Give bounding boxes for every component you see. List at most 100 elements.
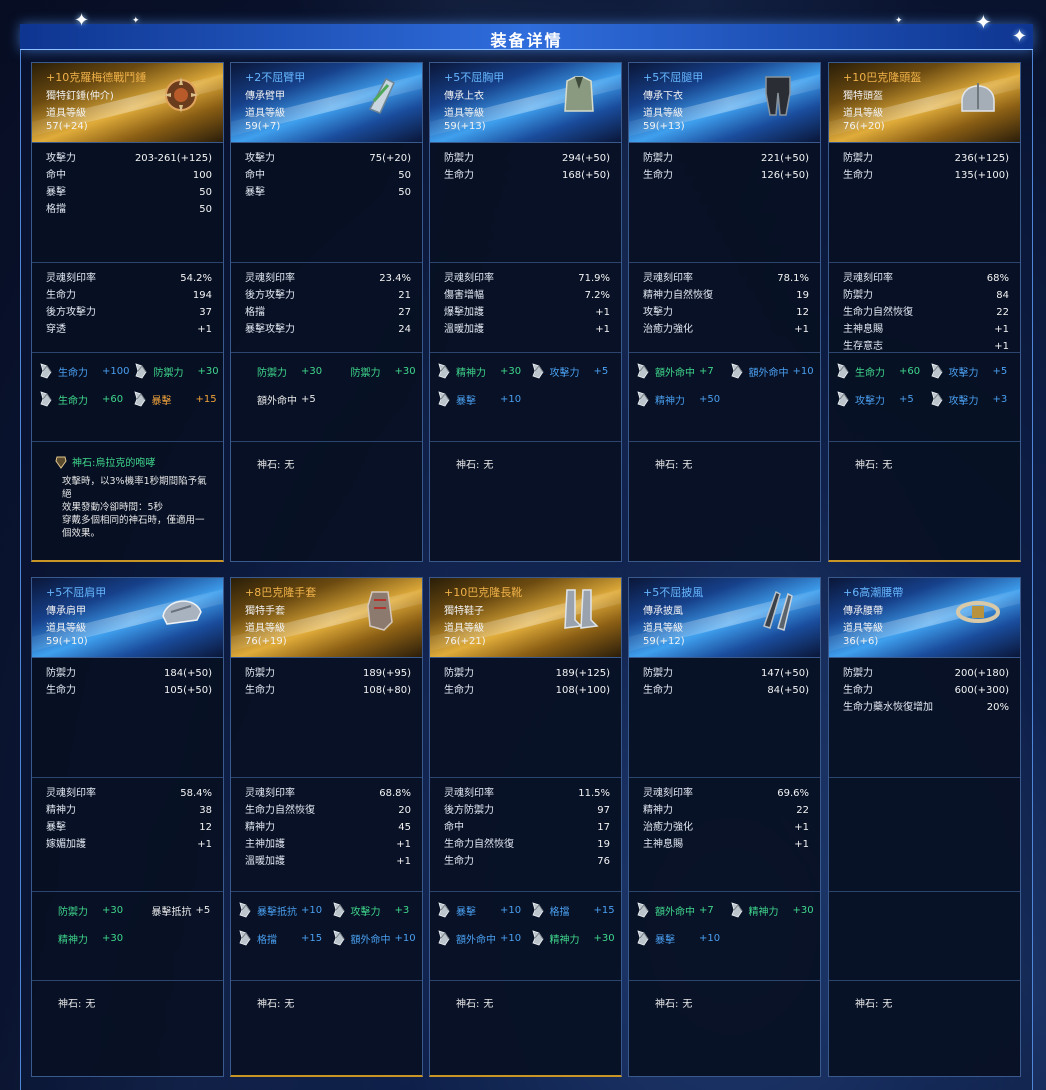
- stat-row: 防禦力 189(+125): [444, 665, 610, 682]
- equipment-card[interactable]: +8巴克隆手套 獨特手套 道具等級 76(+19) 防禦力 189(+95) 生命力 108(…: [230, 577, 423, 1077]
- stat-label: 暴擊攻擊力: [245, 324, 295, 335]
- manastone[interactable]: 暴擊 +10: [631, 930, 727, 946]
- manastone-icon: [530, 930, 546, 946]
- stat-value: 19: [796, 290, 809, 301]
- equipment-card[interactable]: +6高潮腰帶 傳承腰帶 道具等級 36(+6) 防禦力 200(+180) 生命力 600(+…: [828, 577, 1021, 1077]
- manastone[interactable]: 額外命中 +7: [631, 902, 725, 918]
- stat-label: 治癒力強化: [643, 324, 693, 335]
- manastone-value: +10: [301, 904, 323, 916]
- base-stats: 防禦力 236(+125) 生命力 135(+100): [829, 143, 1020, 263]
- item-banner: +5不屈腿甲 傳承下衣 道具等級 59(+13): [629, 63, 820, 143]
- stat-label: 灵魂刻印率: [46, 788, 96, 799]
- soul-stat-row: 傷害增幅 7.2%: [444, 287, 610, 304]
- equipment-icon: [754, 586, 802, 634]
- manastone[interactable]: 防禦力 +30: [34, 902, 128, 918]
- divine-stone: 神石: 无: [629, 442, 820, 471]
- manastone[interactable]: 精神力 +50: [631, 391, 727, 407]
- manastone[interactable]: 精神力 +30: [34, 930, 130, 946]
- equipment-card[interactable]: +5不屈胸甲 傳承上衣 道具等級 59(+13) 防禦力 294(+50) 生命力 168(+…: [429, 62, 622, 562]
- manastone-value: +3: [992, 393, 1008, 405]
- soul-stat-row: 嫁媚加護 +1: [46, 836, 212, 853]
- soul-stats: 灵魂刻印率 78.1% 精神力自然恢復 19 攻擊力 12 治癒力強化 +1: [629, 263, 820, 353]
- equipment-card[interactable]: +10克羅梅德戰鬥錘 獨特釘錘(仲介) 道具等級 57(+24) 攻擊力 203-261(…: [31, 62, 224, 562]
- manastone-name: 防禦力: [58, 906, 88, 918]
- manastone[interactable]: 攻擊力 +5: [831, 391, 925, 407]
- stat-value: 105(+50): [164, 685, 212, 696]
- equipment-card[interactable]: +10巴克隆頭盔 獨特頭盔 道具等級 76(+20) 防禦力 236(+125) 生命力 13…: [828, 62, 1021, 562]
- manastone-icon: [237, 363, 253, 379]
- manastone[interactable]: 生命力 +60: [831, 363, 925, 379]
- item-type: 獨特手套: [245, 606, 285, 617]
- manastone[interactable]: 攻擊力 +5: [925, 363, 1019, 379]
- manastone[interactable]: 生命力 +60: [34, 391, 128, 407]
- equipment-card[interactable]: +2不屈臂甲 傳承臂甲 道具等級 59(+7) 攻擊力 75(+20) 命中 50 暴擊 50 灵魂…: [230, 62, 423, 562]
- stat-label: 生命力: [444, 685, 474, 696]
- manastone[interactable]: 防禦力 +30: [129, 363, 221, 379]
- soul-stat-row: 灵魂刻印率 69.6%: [643, 785, 809, 802]
- divine-stone-label: 神石:: [655, 460, 679, 471]
- manastone[interactable]: 額外命中 +7: [631, 363, 725, 379]
- item-name: +2不屈臂甲: [245, 71, 306, 84]
- stat-value: 45: [398, 822, 411, 833]
- manastone-icon: [635, 363, 651, 379]
- stat-row: 生命力 168(+50): [444, 167, 610, 184]
- stat-value: 23.4%: [379, 273, 411, 284]
- divine-stone-desc: 攻擊時，以3%機率1秒期間陷予氣絕 效果發動冷卻時間：5秒 穿戴多個相同的神石時，僅…: [62, 476, 207, 539]
- manastone[interactable]: 額外命中 +10: [432, 930, 526, 946]
- manastone[interactable]: 暴擊 +10: [432, 391, 528, 407]
- manastone[interactable]: 暴擊抵抗 +5: [128, 902, 222, 918]
- soul-stat-row: 爆擊加護 +1: [444, 304, 610, 321]
- stat-label: 暴擊: [46, 822, 66, 833]
- manastone[interactable]: 攻擊力 +5: [526, 363, 620, 379]
- item-type: 傳承腰帶: [843, 606, 883, 617]
- manastone-value: +30: [792, 904, 814, 916]
- manastone[interactable]: 精神力 +30: [725, 902, 819, 918]
- stat-value: 75(+20): [369, 153, 411, 164]
- divine-stone: 神石: 无: [32, 981, 223, 1010]
- soul-stats: [829, 778, 1020, 892]
- item-type: 傳承披風: [643, 606, 683, 617]
- manastone[interactable]: 生命力 +100: [34, 363, 129, 379]
- manastone-row: 精神力 +30 攻擊力 +5: [432, 357, 619, 385]
- stat-value: 50: [398, 187, 411, 198]
- manastone-value: +10: [792, 365, 814, 377]
- stat-label: 後方防禦力: [444, 805, 494, 816]
- manastone[interactable]: 格擋 +15: [526, 902, 620, 918]
- soul-stat-row: 後方攻擊力 21: [245, 287, 411, 304]
- manastone-row: 精神力 +30: [34, 924, 221, 952]
- manastone[interactable]: 攻擊力 +3: [327, 902, 421, 918]
- manastone[interactable]: 防禦力 +30: [327, 363, 421, 379]
- divine-stone-label: 神石:: [655, 999, 679, 1010]
- manastone[interactable]: 防禦力 +30: [233, 363, 327, 379]
- divine-stone: 神石: 无: [430, 981, 621, 1010]
- stat-value: 12: [796, 307, 809, 318]
- manastone[interactable]: 攻擊力 +3: [925, 391, 1019, 407]
- manastone[interactable]: 精神力 +30: [526, 930, 620, 946]
- item-grade-label: 道具等級: [643, 623, 683, 634]
- manastone-name: 攻擊力: [549, 367, 580, 379]
- manastone[interactable]: 額外命中 +10: [725, 363, 819, 379]
- manastone[interactable]: 暴擊 +15: [128, 391, 222, 407]
- manastone-name: 防禦力: [350, 367, 381, 379]
- equipment-card[interactable]: +5不屈腿甲 傳承下衣 道具等級 59(+13) 防禦力 221(+50) 生命力 126(+…: [628, 62, 821, 562]
- equipment-card[interactable]: +5不屈披風 傳承披風 道具等級 59(+12) 防禦力 147(+50) 生命力 84(+5…: [628, 577, 821, 1077]
- stat-label: 後方攻擊力: [245, 290, 295, 301]
- stat-value: 600(+300): [954, 685, 1009, 696]
- manastone[interactable]: 暴擊 +10: [432, 902, 526, 918]
- stat-value: 76: [597, 856, 610, 867]
- soul-stat-row: 後方攻擊力 37: [46, 304, 212, 321]
- stat-value: +1: [396, 839, 411, 850]
- manastone[interactable]: 精神力 +30: [432, 363, 526, 379]
- equipment-card[interactable]: +5不屈肩甲 傳承肩甲 道具等級 59(+10) 防禦力 184(+50) 生命力 105(+…: [31, 577, 224, 1077]
- equipment-card[interactable]: +10巴克隆長靴 獨特鞋子 道具等級 76(+21) 防禦力 189(+125) 生命力 10…: [429, 577, 622, 1077]
- manastone[interactable]: 額外命中 +10: [327, 930, 421, 946]
- manastone[interactable]: 暴擊抵抗 +10: [233, 902, 327, 918]
- stat-label: 命中: [245, 170, 265, 181]
- divine-stone[interactable]: 神石: 烏拉克的咆哮 攻擊時，以3%機率1秒期間陷予氣絕 效果發動冷卻時間：5秒 穿戴多…: [32, 442, 223, 540]
- soul-stat-row: 穿透 +1: [46, 321, 212, 338]
- soul-stat-row: 灵魂刻印率 58.4%: [46, 785, 212, 802]
- manastone[interactable]: 額外命中 +5: [233, 391, 329, 407]
- manastone-icon: [436, 391, 452, 407]
- item-grade-value: 59(+12): [643, 636, 685, 647]
- manastone[interactable]: 格擋 +15: [233, 930, 327, 946]
